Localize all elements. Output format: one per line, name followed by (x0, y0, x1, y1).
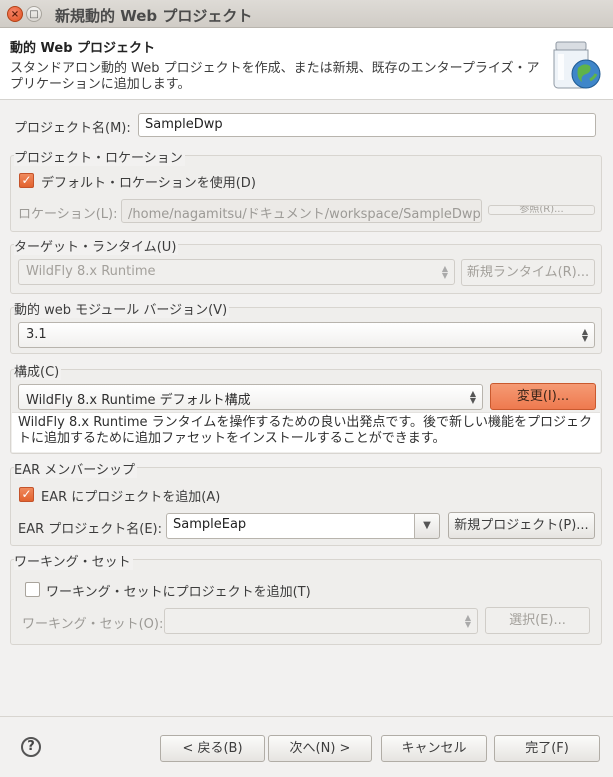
project-name-label: プロジェクト名(M): (14, 121, 131, 136)
new-runtime-button[interactable]: 新規ランタイム(R)... (461, 259, 595, 286)
maximize-window-button[interactable]: □ (26, 6, 42, 22)
wizard-page-title: 動的 Web プロジェクト (10, 41, 156, 56)
wizard-page-description: スタンドアロン動的 Web プロジェクトを作成、または新規、既存のエンタープライ… (10, 61, 540, 92)
spinner-arrows-icon: ▲ ▼ (581, 327, 588, 343)
ear-project-name-label: EAR プロジェクト名(E): (18, 522, 163, 537)
web-project-jar-globe-icon (553, 41, 601, 89)
back-button[interactable]: < 戻る(B) (160, 735, 265, 762)
configuration-description: WildFly 8.x Runtime ランタイムを操作するための良い出発点です… (12, 412, 600, 452)
new-ear-project-button[interactable]: 新規プロジェクト(P)... (448, 512, 595, 539)
add-to-ear-label: EAR にプロジェクトを追加(A) (41, 490, 221, 505)
location-label: ロケーション(L): (18, 207, 118, 222)
working-sets-select[interactable]: ▲ ▼ (164, 608, 478, 634)
close-window-button[interactable]: × (7, 6, 23, 22)
add-to-working-set-checkbox[interactable] (25, 582, 40, 597)
working-sets-label: ワーキング・セット(O): (22, 617, 164, 632)
ear-project-name-input[interactable]: SampleEap (166, 513, 415, 539)
use-default-location-label: デフォルト・ロケーションを使用(D) (41, 176, 256, 191)
add-to-working-set-label: ワーキング・セットにプロジェクトを追加(T) (46, 585, 311, 600)
configuration-selected: WildFly 8.x Runtime デフォルト構成 (26, 393, 251, 408)
project-name-input[interactable]: SampleDwp (138, 113, 596, 137)
cancel-button[interactable]: キャンセル (381, 735, 487, 762)
configuration-group-title: 構成(C) (14, 361, 62, 380)
location-input[interactable]: /home/nagamitsu/ドキュメント/workspace/SampleD… (121, 199, 482, 223)
module-version-group-title: 動的 web モジュール バージョン(V) (14, 299, 230, 318)
target-runtime-selected: WildFly 8.x Runtime (26, 264, 156, 279)
help-icon[interactable]: ? (21, 737, 41, 757)
module-version-select[interactable]: 3.1 ▲ ▼ (18, 322, 595, 348)
window-title: 新規動的 Web プロジェクト (55, 7, 253, 25)
ear-membership-group-title: EAR メンバーシップ (14, 459, 138, 478)
modify-configuration-button[interactable]: 変更(I)... (490, 383, 596, 410)
finish-button[interactable]: 完了(F) (494, 735, 600, 762)
spinner-arrows-icon: ▲ ▼ (469, 389, 476, 405)
use-default-location-checkbox[interactable]: ✓ (19, 173, 34, 188)
add-to-ear-checkbox[interactable]: ✓ (19, 487, 34, 502)
configuration-select[interactable]: WildFly 8.x Runtime デフォルト構成 ▲ ▼ (18, 384, 483, 410)
footer-separator (0, 716, 613, 717)
spinner-arrows-icon: ▲ ▼ (441, 264, 448, 280)
spinner-arrows-icon: ▲ ▼ (464, 613, 471, 629)
module-version-selected: 3.1 (26, 327, 47, 342)
select-working-set-button[interactable]: 選択(E)... (485, 607, 590, 634)
next-button[interactable]: 次へ(N) > (268, 735, 372, 762)
browse-location-button[interactable]: 参照(R)... (488, 205, 595, 215)
target-runtime-select[interactable]: WildFly 8.x Runtime ▲ ▼ (18, 259, 455, 285)
chevron-down-icon: ▼ (423, 520, 431, 531)
target-runtime-group-title: ターゲット・ランタイム(U) (14, 236, 179, 255)
ear-project-dropdown-button[interactable]: ▼ (415, 513, 440, 539)
working-set-group-title: ワーキング・セット (14, 551, 133, 570)
project-location-group-title: プロジェクト・ロケーション (14, 147, 185, 166)
